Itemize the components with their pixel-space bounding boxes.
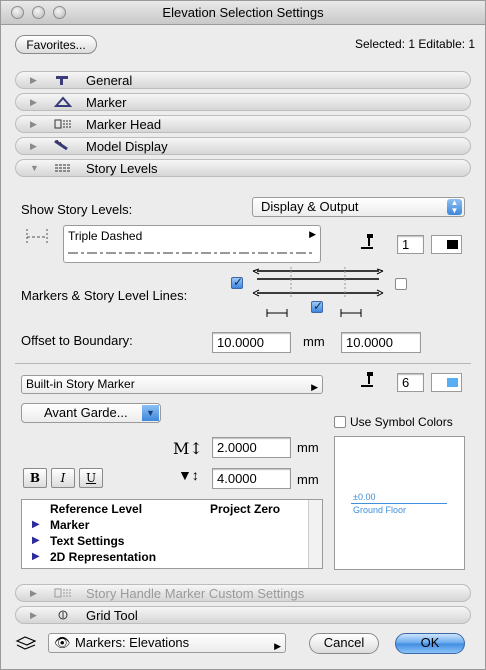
- show-story-levels-label: Show Story Levels:: [21, 202, 133, 217]
- divider: [15, 363, 471, 364]
- list-scrollbar[interactable]: [308, 500, 322, 568]
- section-story-levels-label: Story Levels: [86, 161, 158, 176]
- stepper-arrows-icon: ▲ ▼: [447, 199, 462, 215]
- font-value: Avant Garde...: [44, 405, 128, 420]
- disclosure-right-icon: ▶: [30, 75, 37, 85]
- disclosure-right-icon: ▶: [30, 588, 37, 598]
- eye-icon: 👁: [54, 635, 71, 650]
- story-levels-icon: [55, 164, 71, 172]
- pen-color-black: [447, 240, 458, 249]
- text-size-icon: M↕: [173, 439, 203, 458]
- markers-lines-label: Markers & Story Level Lines:: [21, 288, 188, 303]
- marker-head-icon: [54, 119, 71, 129]
- section-model-display[interactable]: ▶ Model Display: [15, 137, 471, 155]
- list-item[interactable]: Text Settings: [50, 534, 124, 548]
- section-story-handle[interactable]: ▶ Story Handle Marker Custom Settings: [15, 584, 471, 602]
- offset-unit-label: mm: [303, 334, 325, 349]
- line-type-icon: [26, 229, 48, 245]
- parameter-list[interactable]: Reference Level Project Zero ▶ Marker ▶ …: [21, 499, 323, 569]
- section-general[interactable]: ▶ General: [15, 71, 471, 89]
- popup-arrow-icon: ▶: [309, 229, 316, 239]
- section-marker[interactable]: ▶ Marker: [15, 93, 471, 111]
- use-symbol-colors-checkbox[interactable]: [334, 416, 346, 428]
- settings-dialog: Elevation Selection Settings Favorites..…: [0, 0, 486, 670]
- disclosure-right-icon: ▶: [30, 610, 37, 620]
- marker-type-value: Built-in Story Marker: [26, 377, 135, 391]
- story-pen-color-swatch[interactable]: [431, 235, 462, 254]
- section-grid-tool-label: Grid Tool: [86, 608, 138, 623]
- text-angle-input[interactable]: 4.0000: [212, 468, 291, 489]
- grid-tool-icon: [58, 610, 68, 620]
- text-angle-unit: mm: [297, 472, 319, 487]
- line-type-value: Triple Dashed: [68, 229, 143, 243]
- disclosure-right-icon[interactable]: ▶: [32, 551, 40, 562]
- section-model-display-label: Model Display: [86, 139, 168, 154]
- ok-button[interactable]: OK: [395, 633, 465, 654]
- marker-icon: [54, 96, 72, 107]
- left-marker-checkbox[interactable]: [231, 275, 243, 289]
- section-story-handle-label: Story Handle Marker Custom Settings: [86, 586, 305, 601]
- parameter-header-left: Reference Level: [50, 502, 143, 516]
- story-pen-input[interactable]: 1: [397, 235, 424, 254]
- text-size-unit: mm: [297, 440, 319, 455]
- offset-boundary-label: Offset to Boundary:: [21, 333, 133, 348]
- disclosure-right-icon[interactable]: ▶: [32, 535, 40, 546]
- preview-name-text: Ground Floor: [353, 505, 407, 515]
- general-icon: [56, 76, 68, 85]
- story-handle-icon: [54, 588, 71, 598]
- disclosure-right-icon: ▶: [30, 141, 37, 151]
- section-marker-head[interactable]: ▶ Marker Head: [15, 115, 471, 133]
- selection-status: Selected: 1 Editable: 1: [355, 37, 476, 51]
- show-story-levels-select[interactable]: Display & Output ▲ ▼: [252, 197, 465, 217]
- list-item[interactable]: Marker: [50, 518, 89, 532]
- section-marker-head-label: Marker Head: [86, 117, 162, 132]
- section-grid-tool[interactable]: ▶ Grid Tool: [15, 606, 471, 624]
- pen-icon: [361, 372, 373, 387]
- popup-arrow-icon: ▶: [274, 641, 281, 651]
- disclosure-down-icon: ▼: [30, 163, 39, 173]
- model-display-icon: [54, 140, 68, 151]
- parameter-header-right: Project Zero: [210, 502, 281, 516]
- pen-color-blue: [447, 378, 458, 387]
- popup-arrow-icon: ▶: [311, 382, 318, 392]
- disclosure-right-icon: ▶: [30, 97, 37, 107]
- right-marker-checkbox[interactable]: [395, 278, 407, 290]
- window-title: Elevation Selection Settings: [162, 5, 324, 20]
- disclosure-right-icon[interactable]: ▶: [32, 519, 40, 530]
- cancel-button[interactable]: Cancel: [309, 633, 379, 654]
- pen-icon: [361, 234, 373, 249]
- line-preview: [68, 252, 314, 254]
- preview-level-line: [351, 503, 447, 504]
- font-select[interactable]: Avant Garde... ▼: [21, 403, 161, 423]
- marker-pen-color-swatch[interactable]: [431, 373, 462, 392]
- marker-type-select[interactable]: Built-in Story Marker ▶: [21, 375, 323, 394]
- text-size-input[interactable]: 2.0000: [212, 437, 291, 458]
- italic-button[interactable]: I: [51, 468, 75, 488]
- section-general-label: General: [86, 73, 133, 88]
- show-story-levels-value: Display & Output: [261, 199, 359, 214]
- layer-value: Markers: Elevations: [75, 635, 190, 650]
- title-bar: Elevation Selection Settings: [1, 1, 485, 25]
- offset-left-input[interactable]: 10.0000: [212, 332, 291, 353]
- disclosure-right-icon: ▶: [30, 119, 37, 129]
- section-marker-label: Marker: [86, 95, 127, 110]
- chevron-down-icon: ▼: [142, 405, 159, 421]
- use-symbol-colors-label: Use Symbol Colors: [350, 415, 453, 429]
- underline-button[interactable]: U: [79, 468, 103, 488]
- line-type-select[interactable]: Triple Dashed ▶: [63, 225, 321, 263]
- preview-level-text: ±0.00: [353, 492, 376, 502]
- markers-lines-diagram: [252, 267, 384, 317]
- list-item[interactable]: 2D Representation: [50, 550, 156, 564]
- bold-button[interactable]: B: [23, 468, 47, 488]
- text-angle-icon: ▼↕: [178, 467, 199, 483]
- layer-select[interactable]: 👁 Markers: Elevations ▶: [48, 633, 286, 653]
- layers-icon: [15, 636, 37, 650]
- section-story-levels[interactable]: ▼ Story Levels: [15, 159, 471, 177]
- marker-preview: ±0.00 Ground Floor: [334, 436, 465, 570]
- marker-pen-input[interactable]: 6: [397, 373, 424, 392]
- offset-right-input[interactable]: 10.0000: [341, 332, 421, 353]
- favorites-button[interactable]: Favorites...: [15, 35, 97, 54]
